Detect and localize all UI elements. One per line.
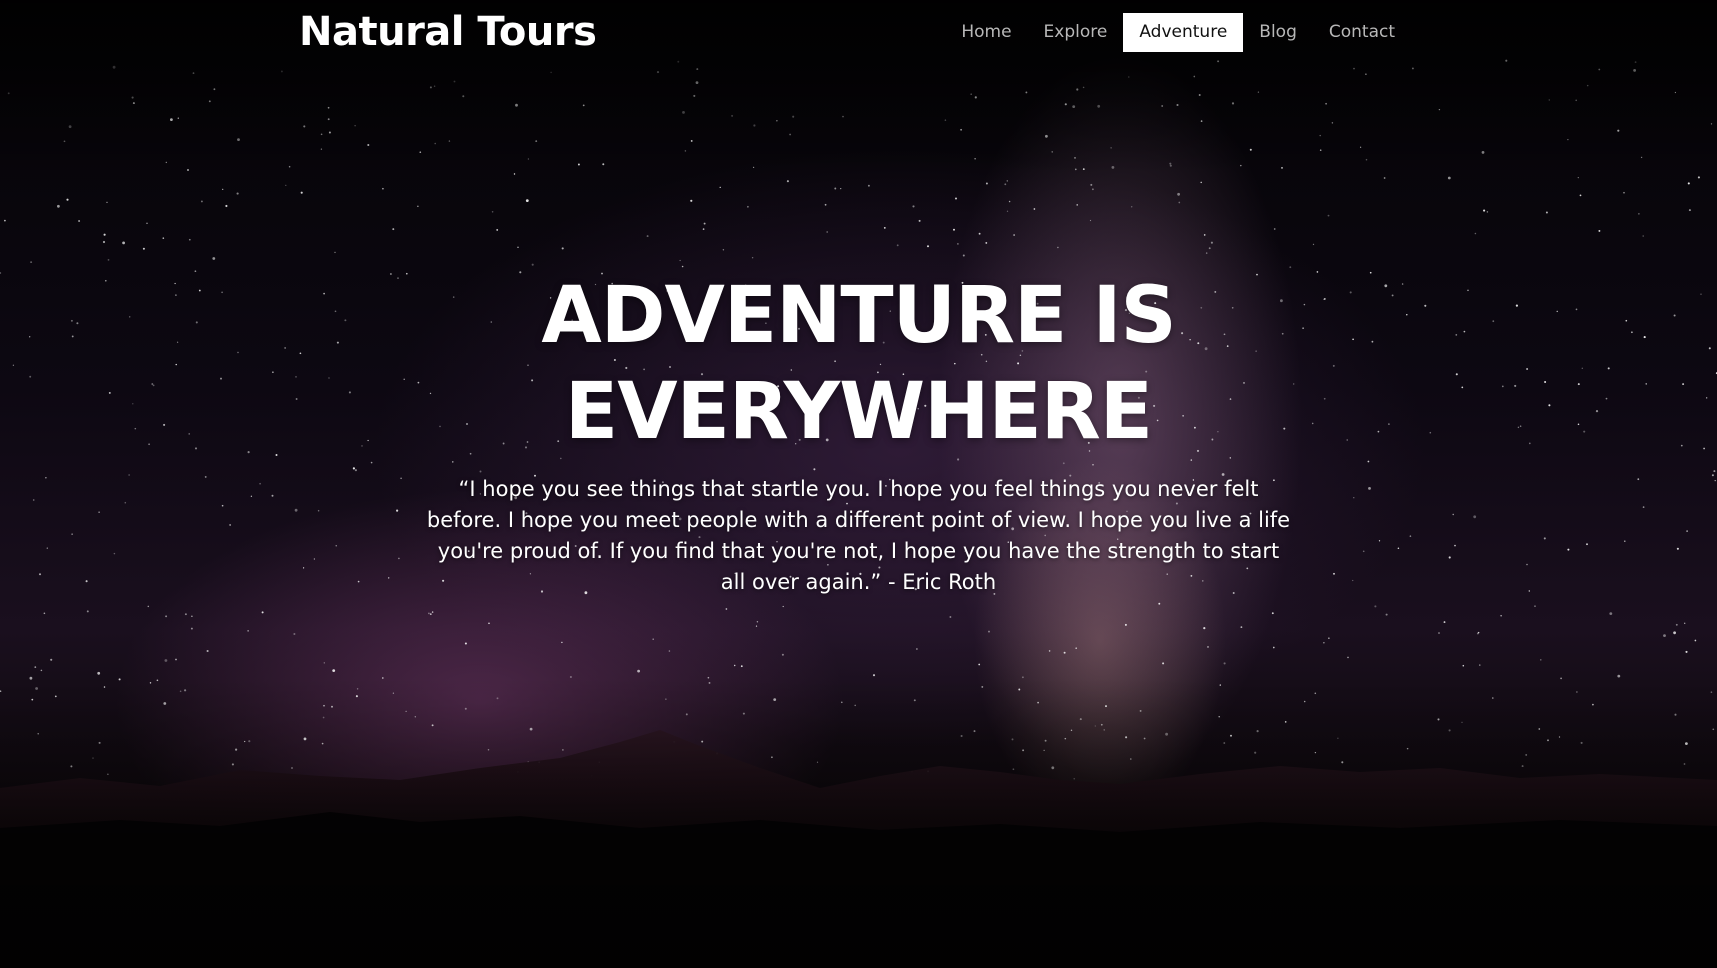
site-header: Natural Tours Home Explore Adventure Blo… bbox=[0, 0, 1717, 70]
hero-title: ADVENTURE IS EVERYWHERE bbox=[479, 268, 1239, 460]
nav-item-contact[interactable]: Contact bbox=[1313, 13, 1411, 52]
nav-item-explore[interactable]: Explore bbox=[1028, 13, 1124, 52]
hero-section: ADVENTURE IS EVERYWHERE “I hope you see … bbox=[0, 268, 1717, 598]
brand-logo[interactable]: Natural Tours bbox=[299, 8, 597, 56]
page: Natural Tours Home Explore Adventure Blo… bbox=[0, 0, 1717, 968]
nav-item-home[interactable]: Home bbox=[945, 13, 1027, 52]
hero-title-line-1: ADVENTURE IS bbox=[541, 271, 1176, 361]
main-nav: Home Explore Adventure Blog Contact bbox=[945, 13, 1411, 52]
nav-item-blog[interactable]: Blog bbox=[1243, 13, 1313, 52]
nav-item-adventure[interactable]: Adventure bbox=[1123, 13, 1244, 52]
hero-title-line-2: EVERYWHERE bbox=[564, 367, 1153, 457]
hero-quote: “I hope you see things that startle you.… bbox=[426, 477, 1291, 594]
